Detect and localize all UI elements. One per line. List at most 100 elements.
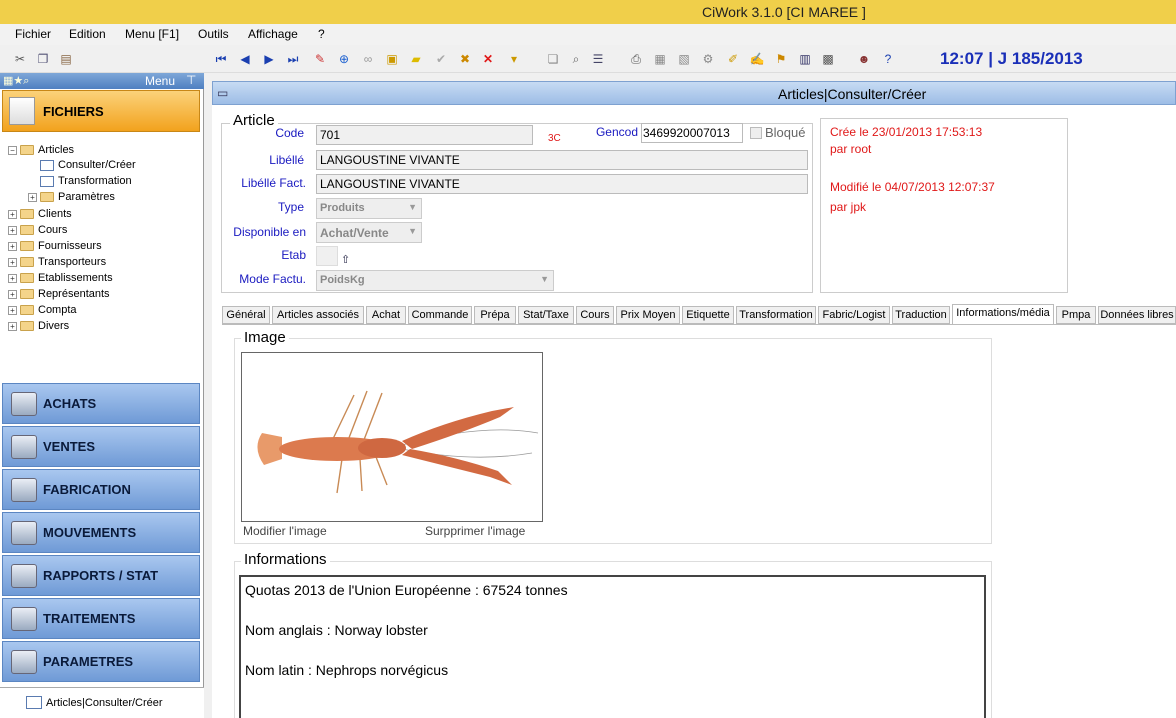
pin-icon[interactable]: ⊤: [186, 73, 196, 87]
tab-prix-moyen[interactable]: Prix Moyen: [616, 306, 680, 324]
section-fichiers[interactable]: FICHIERS: [2, 90, 200, 132]
previous-record-icon[interactable]: ◀: [237, 51, 253, 67]
tree-item[interactable]: + Représentants: [8, 287, 110, 301]
tree-item[interactable]: + Etablissements: [8, 271, 113, 285]
document-icon[interactable]: ▥: [797, 51, 813, 67]
expander-icon[interactable]: +: [8, 257, 17, 267]
hardware-icon[interactable]: ▩: [820, 51, 836, 67]
open-window-item[interactable]: Articles|Consulter/Créer: [26, 696, 163, 709]
bloque-checkbox[interactable]: [750, 127, 762, 139]
menu-outils[interactable]: Outils: [198, 27, 229, 41]
edit-icon[interactable]: ✎: [312, 51, 328, 67]
printer-icon[interactable]: ⎙: [628, 51, 644, 67]
expander-icon[interactable]: +: [8, 209, 17, 219]
nav-parametres[interactable]: PARAMETRES: [2, 641, 200, 682]
disponible-select[interactable]: Achat/Vente ▼: [316, 222, 422, 243]
tree-item-label: Paramètres: [58, 191, 115, 203]
expander-icon[interactable]: +: [8, 225, 17, 235]
tree-item[interactable]: Consulter/Créer: [40, 158, 136, 172]
tab-stat-taxe[interactable]: Stat/Taxe: [518, 306, 574, 324]
search-icon[interactable]: ⌕: [568, 51, 584, 67]
tab-prepa[interactable]: Prépa: [474, 306, 516, 324]
copy-icon[interactable]: ❐: [35, 51, 51, 67]
paste-icon[interactable]: ▤: [58, 51, 74, 67]
broom-icon[interactable]: ⚑: [773, 51, 789, 67]
tree-item[interactable]: + Clients: [8, 207, 72, 221]
expander-icon[interactable]: +: [8, 289, 17, 299]
tab-informations-media[interactable]: Informations/média: [952, 304, 1054, 325]
print-preview-icon[interactable]: ❏: [545, 51, 561, 67]
user-icon[interactable]: ☻: [856, 51, 872, 67]
tab-cours[interactable]: Cours: [576, 306, 614, 324]
nav-label: RAPPORTS / STAT: [43, 568, 159, 583]
nav-traitements[interactable]: TRAITEMENTS: [2, 598, 200, 639]
import-icon[interactable]: ▧: [676, 51, 692, 67]
dropdown-tool-icon[interactable]: ▾: [506, 51, 522, 67]
tree-item[interactable]: + Divers: [8, 319, 69, 333]
tab-commande[interactable]: Commande: [408, 306, 472, 324]
menu-menu-f1[interactable]: Menu [F1]: [125, 27, 179, 41]
tab-achat[interactable]: Achat: [366, 306, 406, 324]
expander-icon[interactable]: +: [28, 192, 37, 202]
cut-icon[interactable]: ✂: [12, 51, 28, 67]
last-record-icon[interactable]: ⏭: [285, 51, 301, 67]
menu-help[interactable]: ?: [318, 27, 325, 41]
nav-fabrication[interactable]: FABRICATION: [2, 469, 200, 510]
tab-articles-associes[interactable]: Articles associés: [272, 306, 364, 324]
modify-image-link[interactable]: Modifier l'image: [243, 524, 327, 538]
nav-mouvements[interactable]: MOUVEMENTS: [2, 512, 200, 553]
tab-transformation[interactable]: Transformation: [736, 306, 816, 324]
help-icon[interactable]: ?: [880, 51, 896, 67]
tab-etiquette[interactable]: Etiquette: [682, 306, 734, 324]
expander-icon[interactable]: +: [8, 273, 17, 283]
tab-traduction[interactable]: Traduction: [892, 306, 950, 324]
tab-fabric-logist[interactable]: Fabric/Logist: [818, 306, 890, 324]
brush-icon[interactable]: ✍: [749, 51, 765, 67]
note-icon[interactable]: ▰: [408, 51, 424, 67]
type-select[interactable]: Produits ▼: [316, 198, 422, 219]
etab-field[interactable]: [316, 246, 338, 266]
gencod-field[interactable]: 3469920007013: [641, 123, 743, 143]
next-record-icon[interactable]: ▶: [261, 51, 277, 67]
refresh-arrow-icon[interactable]: ⇧: [341, 253, 350, 266]
tool-icon[interactable]: ✐: [725, 51, 741, 67]
leg: [336, 458, 343, 494]
tree-item[interactable]: + Transporteurs: [8, 255, 106, 269]
nav-achats[interactable]: ACHATS: [2, 383, 200, 424]
nav-rapports[interactable]: RAPPORTS / STAT: [2, 555, 200, 596]
tab-general[interactable]: Général: [222, 306, 270, 324]
expander-icon[interactable]: +: [8, 305, 17, 315]
libelle-fact-field[interactable]: LANGOUSTINE VIVANTE: [316, 174, 808, 194]
delete-image-link[interactable]: Surpprimer l'image: [425, 524, 525, 538]
tree-item[interactable]: + Fournisseurs: [8, 239, 102, 253]
cancel-edit-icon[interactable]: ✖: [457, 51, 473, 67]
info-textarea[interactable]: Quotas 2013 de l'Union Européenne : 6752…: [239, 575, 986, 718]
tree-item[interactable]: + Paramètres: [28, 190, 115, 204]
link-icon[interactable]: ∞: [360, 51, 376, 67]
mode-factu-select[interactable]: PoidsKg ▼: [316, 270, 554, 291]
libelle-field[interactable]: LANGOUSTINE VIVANTE: [316, 150, 808, 170]
delete-icon[interactable]: ✕: [480, 51, 496, 67]
add-icon[interactable]: ⊕: [336, 51, 352, 67]
expander-icon[interactable]: +: [8, 321, 17, 331]
tree-item[interactable]: + Cours: [8, 223, 67, 237]
list-icon[interactable]: ☰: [590, 51, 606, 67]
menu-affichage[interactable]: Affichage: [248, 27, 298, 41]
nav-ventes[interactable]: VENTES: [2, 426, 200, 467]
first-record-icon[interactable]: ⏮: [213, 51, 229, 67]
duplicate-icon[interactable]: ▣: [384, 51, 400, 67]
settings-icon[interactable]: ⚙: [700, 51, 716, 67]
tab-donnees-libres[interactable]: Données libres: [1098, 306, 1176, 324]
tree-item[interactable]: − Articles: [8, 143, 74, 157]
tree-item[interactable]: Transformation: [40, 174, 132, 188]
menu-edition[interactable]: Edition: [69, 27, 106, 41]
panel-tools-icon[interactable]: ▦★⌕: [3, 74, 29, 88]
validate-icon[interactable]: ✔: [433, 51, 449, 67]
tab-pmpa[interactable]: Pmpa: [1056, 306, 1096, 324]
tree-item[interactable]: + Compta: [8, 303, 77, 317]
expander-icon[interactable]: −: [8, 145, 17, 155]
code-field[interactable]: 701: [316, 125, 533, 145]
export-icon[interactable]: ▦: [652, 51, 668, 67]
expander-icon[interactable]: +: [8, 241, 17, 251]
menu-fichier[interactable]: Fichier: [15, 27, 51, 41]
